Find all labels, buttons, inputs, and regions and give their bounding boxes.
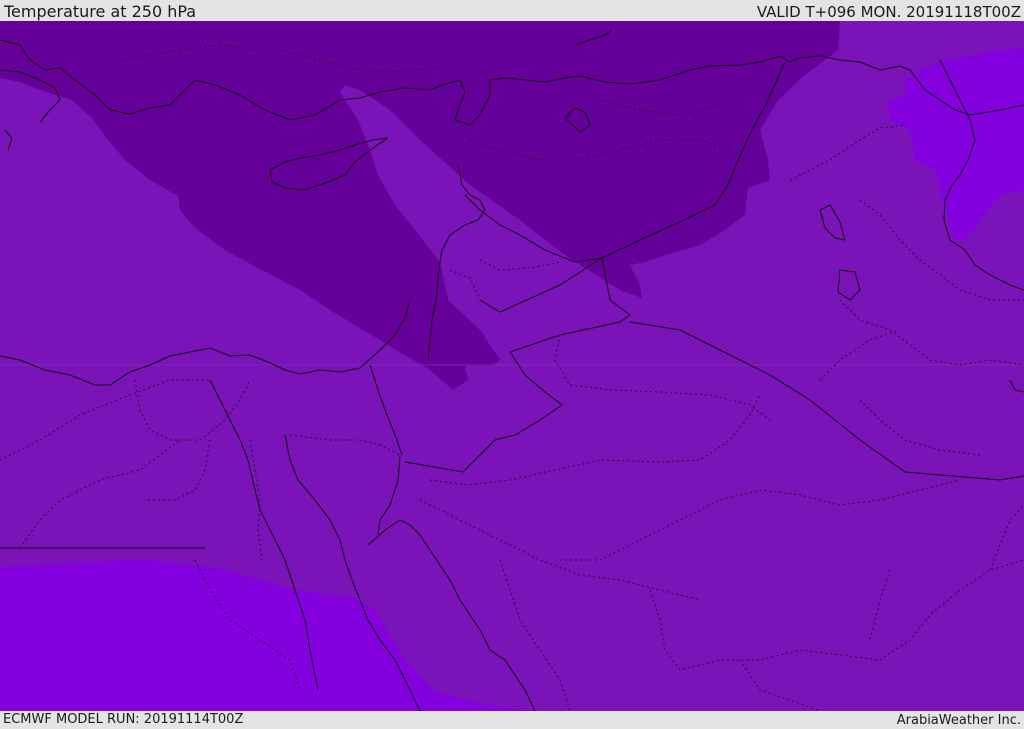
map-title: Temperature at 250 hPa — [4, 2, 197, 21]
model-run-label: ECMWF MODEL RUN: 20191114T00Z — [3, 712, 244, 727]
footer-bar: ECMWF MODEL RUN: 20191114T00Z ArabiaWeat… — [0, 711, 1024, 729]
header-bar: Temperature at 250 hPa VALID T+096 MON. … — [0, 0, 1024, 21]
map-product: Temperature at 250 hPa VALID T+096 MON. … — [0, 0, 1024, 729]
map-svg — [0, 21, 1024, 711]
credit-label: ArabiaWeather Inc. — [896, 713, 1021, 728]
valid-time: VALID T+096 MON. 20191118T00Z — [756, 3, 1021, 21]
map-canvas — [0, 21, 1024, 711]
